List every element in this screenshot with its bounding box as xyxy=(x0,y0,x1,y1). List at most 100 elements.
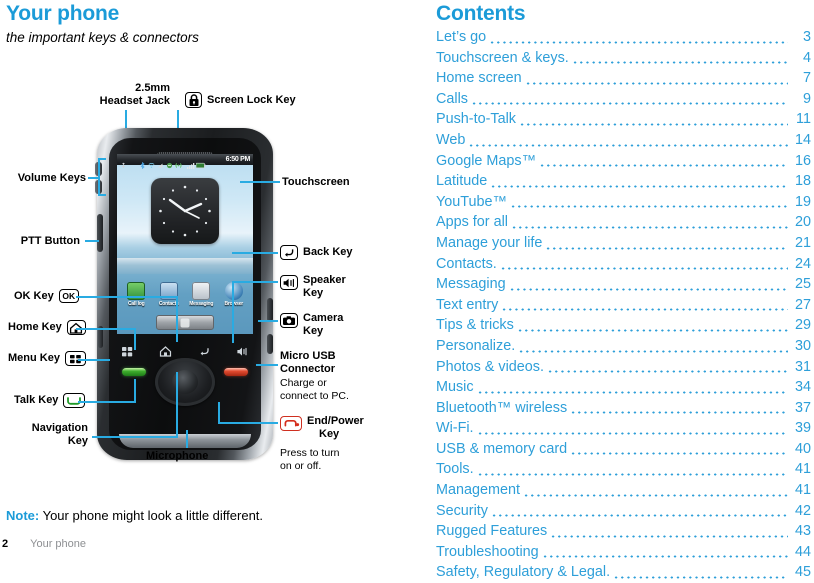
app-shortcut[interactable]: Messaging xyxy=(187,282,215,307)
toc-leader-dots xyxy=(547,370,788,374)
toc-entry-label: Let’s go xyxy=(436,29,487,45)
leader-touchscreen xyxy=(240,181,280,183)
callout-menu-key-label: Menu Key xyxy=(8,352,60,365)
toc-leader-dots xyxy=(471,102,788,106)
toc-entry[interactable]: Photos & videos. 31 xyxy=(436,357,811,378)
toc-entry[interactable]: Apps for all 20 xyxy=(436,212,811,233)
page-title: Your phone xyxy=(6,2,120,25)
toc-entry[interactable]: Tips & tricks 29 xyxy=(436,315,811,336)
usb-port-side xyxy=(267,334,273,354)
toc-entry[interactable]: YouTube™ 19 xyxy=(436,192,811,213)
messaging-icon xyxy=(192,282,211,300)
toc-entry[interactable]: Web 14 xyxy=(436,130,811,151)
toc-entry-label: Tools. xyxy=(436,461,474,478)
leader-ok-key xyxy=(76,296,178,298)
leader-home-key xyxy=(76,328,136,330)
leader-home-key-v xyxy=(134,328,136,350)
leader-menu-key xyxy=(78,359,110,361)
app-drawer-tray[interactable] xyxy=(156,315,214,330)
toc-entry-page: 44 xyxy=(794,543,811,560)
toc-entry[interactable]: Push-to-Talk 11 xyxy=(436,109,811,130)
toc-entry[interactable]: Management 41 xyxy=(436,480,811,501)
leader-navigation-key-v xyxy=(176,372,178,438)
navigation-area xyxy=(97,356,273,432)
callout-speaker-key-label-2: Key xyxy=(303,286,324,299)
callout-headset-jack: 2.5mm Headset Jack xyxy=(99,82,170,107)
toc-entry[interactable]: Troubleshooting 44 xyxy=(436,542,811,563)
callout-microphone: Microphone xyxy=(146,450,209,462)
toc-leader-dots xyxy=(524,81,788,85)
talk-key-hw[interactable] xyxy=(122,368,146,376)
toc-entry-page: 16 xyxy=(794,152,811,169)
toc-entry-page: 31 xyxy=(794,358,811,375)
toc-entry-label: Manage your life xyxy=(436,234,543,251)
toc-entry[interactable]: Home screen 7 xyxy=(436,68,811,89)
camera-side-button xyxy=(267,298,273,322)
toc-entry-page: 39 xyxy=(794,420,811,437)
table-of-contents: Let’s go 3 Touchscreen & keys. 4 Home screen… xyxy=(436,27,811,583)
ptt-side-button xyxy=(97,214,103,252)
toc-entry[interactable]: Personalize. 30 xyxy=(436,336,811,357)
toc-entry[interactable]: Latitude 18 xyxy=(436,171,811,192)
navigation-key-hw[interactable] xyxy=(155,358,215,406)
app-shortcut[interactable]: Call log xyxy=(122,282,150,307)
toc-entry-page: 19 xyxy=(794,193,811,210)
toc-leader-dots xyxy=(508,287,788,291)
toc-entry-page: 30 xyxy=(794,337,811,354)
toc-entry-label: Home screen xyxy=(436,70,522,87)
contents-title: Contents xyxy=(436,2,526,25)
vibrate-icon xyxy=(157,156,164,168)
callout-end-power-key-label-2: Key xyxy=(319,427,340,440)
toc-entry-label: Wi-Fi. xyxy=(436,420,474,437)
toc-entry[interactable]: Messaging 25 xyxy=(436,274,811,295)
toc-entry[interactable]: USB & memory card 40 xyxy=(436,439,811,460)
app-label: Contacts xyxy=(158,301,179,307)
end-power-key-hw[interactable] xyxy=(224,368,248,376)
callout-ok-key: OK Key OK xyxy=(14,289,79,303)
leader-micro-usb xyxy=(256,364,278,366)
callout-home-key: Home Key xyxy=(8,320,86,335)
toc-entry[interactable]: Rugged Features 43 xyxy=(436,521,811,542)
toc-entry[interactable]: Music 34 xyxy=(436,377,811,398)
toc-entry[interactable]: Google Maps™ 16 xyxy=(436,151,811,172)
toc-entry[interactable]: Text entry 27 xyxy=(436,295,811,316)
toc-entry[interactable]: Manage your life 21 xyxy=(436,233,811,254)
app-shortcut[interactable]: Contacts xyxy=(155,282,183,307)
leader-volume-keys-top xyxy=(98,158,106,160)
toc-entry[interactable]: Touchscreen & keys. 4 xyxy=(436,48,811,69)
toc-entry-page: 3 xyxy=(802,29,811,45)
toc-entry-page: 11 xyxy=(796,111,811,128)
toc-entry[interactable]: Wi-Fi. 39 xyxy=(436,418,811,439)
ptt-icon xyxy=(175,156,182,168)
toc-entry-label: Music xyxy=(436,379,474,396)
callout-speaker-key-label-1: Speaker xyxy=(303,274,346,286)
toc-entry[interactable]: Security 42 xyxy=(436,501,811,522)
callout-navigation-key: Navigation Key xyxy=(31,422,88,447)
callout-home-key-label: Home Key xyxy=(8,321,62,334)
wifi-icon xyxy=(148,156,155,168)
left-column: Your phone the important keys & connecto… xyxy=(0,0,400,558)
toc-entry-label: Apps for all xyxy=(436,214,508,231)
callout-back-key-label: Back Key xyxy=(303,246,353,259)
analog-clock-widget[interactable] xyxy=(151,178,219,244)
toc-entry-page: 24 xyxy=(794,255,811,272)
toc-leader-dots xyxy=(571,61,788,65)
leader-microphone xyxy=(186,430,188,448)
toc-entry-page: 42 xyxy=(794,502,811,519)
toc-entry-label: Security xyxy=(436,502,488,519)
toc-entry[interactable]: Safety, Regulatory & Legal. 45 xyxy=(436,562,811,583)
toc-entry-label: Management xyxy=(436,482,520,499)
toc-entry[interactable]: Let’s go 3 xyxy=(436,27,811,48)
toc-entry[interactable]: Contacts. 24 xyxy=(436,254,811,275)
toc-entry-label: Troubleshooting xyxy=(436,543,539,560)
callout-touchscreen: Touchscreen xyxy=(282,176,350,188)
toc-entry[interactable]: Tools. 41 xyxy=(436,459,811,480)
toc-entry-label: Calls xyxy=(436,90,468,107)
leader-talk-key-v xyxy=(134,379,136,403)
toc-entry[interactable]: Bluetooth™ wireless 37 xyxy=(436,398,811,419)
toc-entry[interactable]: Calls 9 xyxy=(436,89,811,110)
status-time: 6:50 PM xyxy=(225,156,251,163)
app-label: Call log xyxy=(128,301,145,307)
toc-entry-page: 9 xyxy=(802,90,811,107)
camera-icon xyxy=(280,313,298,328)
